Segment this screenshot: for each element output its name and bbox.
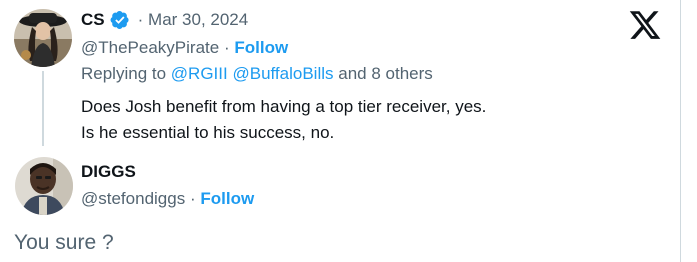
tweet-text-line: Does Josh benefit from having a top tier… — [81, 97, 487, 116]
replying-prefix: Replying to — [81, 64, 167, 83]
replying-others[interactable]: and 8 others — [338, 64, 433, 83]
tweet-author-row: CS · Mar 30, 2024 — [81, 10, 248, 30]
author-handle-row: @ThePeakyPirate · Follow — [81, 38, 288, 58]
avatar[interactable] — [14, 9, 72, 67]
mention-link[interactable]: @RGIII — [171, 64, 228, 83]
mention-link[interactable]: @BuffaloBills — [232, 64, 333, 83]
tweet-date[interactable]: · Mar 30, 2024 — [138, 10, 249, 30]
reply-author-name[interactable]: DIGGS — [81, 162, 136, 182]
separator-dot: · — [189, 189, 196, 208]
reply-author-handle-row: @stefondiggs · Follow — [81, 189, 254, 209]
separator-dot: · — [223, 38, 230, 57]
follow-button[interactable]: Follow — [234, 38, 288, 57]
replying-to-line: Replying to @RGIII @BuffaloBills and 8 o… — [81, 64, 433, 84]
follow-button[interactable]: Follow — [200, 189, 254, 208]
reply-author-row: DIGGS — [81, 162, 136, 182]
tweet-text: Does Josh benefit from having a top tier… — [81, 94, 486, 146]
panel-border — [680, 0, 681, 262]
x-logo-icon[interactable] — [628, 8, 662, 42]
author-handle[interactable]: @ThePeakyPirate — [81, 38, 219, 57]
thread-connector-line — [42, 71, 44, 146]
avatar[interactable] — [15, 157, 73, 215]
verified-badge-icon — [110, 10, 130, 30]
reply-author-handle[interactable]: @stefondiggs — [81, 189, 185, 208]
author-name[interactable]: CS — [81, 10, 105, 30]
tweet-text-line: Is he essential to his success, no. — [81, 123, 335, 142]
reply-text-field[interactable] — [14, 231, 614, 255]
